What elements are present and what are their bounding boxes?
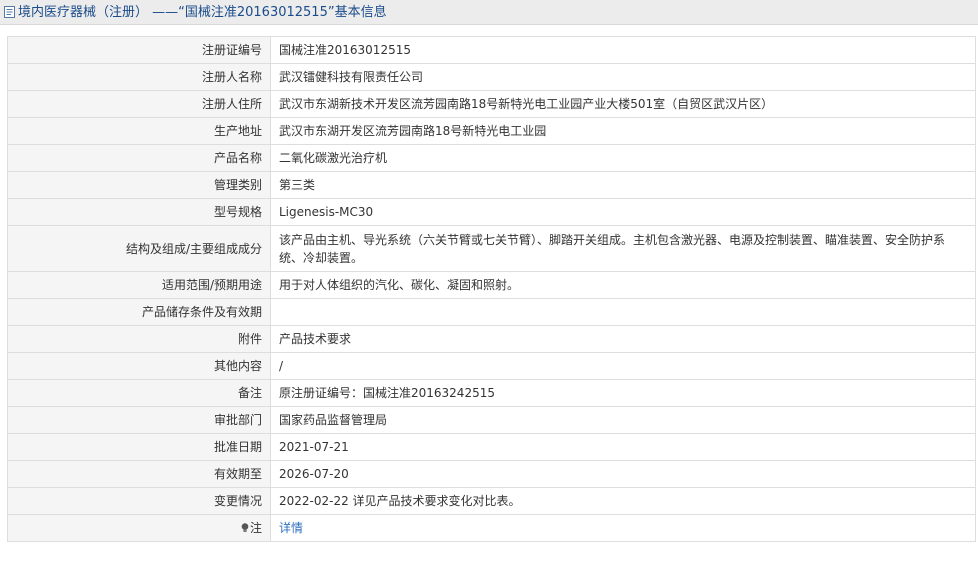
field-label: 批准日期 (7, 433, 271, 461)
table-row: 注册人住所 武汉市东湖新技术开发区流芳园南路18号新特光电工业园产业大楼501室… (7, 90, 976, 118)
info-table: 注册证编号 国械注准20163012515 注册人名称 武汉镭健科技有限责任公司… (7, 36, 976, 542)
field-label: 附件 (7, 325, 271, 353)
field-label: 注册人名称 (7, 63, 271, 91)
lightbulb-icon (241, 523, 249, 532)
field-value: 武汉镭健科技有限责任公司 (270, 63, 976, 91)
table-row: 结构及组成/主要组成成分 该产品由主机、导光系统（六关节臂或七关节臂）、脚踏开关… (7, 225, 976, 272)
page-title: 境内医疗器械（注册） ——“国械注准20163012515”基本信息 (18, 4, 387, 20)
field-value: 武汉市东湖新技术开发区流芳园南路18号新特光电工业园产业大楼501室（自贸区武汉… (270, 90, 976, 118)
field-value: 2026-07-20 (270, 460, 976, 488)
field-label: 其他内容 (7, 352, 271, 380)
field-value: 2021-07-21 (270, 433, 976, 461)
table-row: 产品名称 二氧化碳激光治疗机 (7, 144, 976, 172)
field-label: 备注 (7, 379, 271, 407)
table-row: 生产地址 武汉市东湖开发区流芳园南路18号新特光电工业园 (7, 117, 976, 145)
field-label: 产品储存条件及有效期 (7, 298, 271, 326)
table-row: 注 详情 (7, 514, 976, 542)
field-label: 注册人住所 (7, 90, 271, 118)
field-label: 变更情况 (7, 487, 271, 515)
table-row: 备注 原注册证编号：国械注准20163242515 (7, 379, 976, 407)
note-label: 注 (249, 521, 262, 535)
field-label: 结构及组成/主要组成成分 (7, 225, 271, 272)
table-row: 注册证编号 国械注准20163012515 (7, 36, 976, 64)
field-value: 该产品由主机、导光系统（六关节臂或七关节臂）、脚踏开关组成。主机包含激光器、电源… (270, 225, 976, 272)
table-row: 附件 产品技术要求 (7, 325, 976, 353)
field-label: 注册证编号 (7, 36, 271, 64)
field-value: 国械注准20163012515 (270, 36, 976, 64)
field-value: Ligenesis-MC30 (270, 198, 976, 226)
table-row: 型号规格 Ligenesis-MC30 (7, 198, 976, 226)
table-row: 有效期至 2026-07-20 (7, 460, 976, 488)
table-row: 批准日期 2021-07-21 (7, 433, 976, 461)
note-value: 详情 (270, 514, 976, 542)
document-icon (4, 6, 15, 18)
field-value (270, 298, 976, 326)
table-row: 审批部门 国家药品监督管理局 (7, 406, 976, 434)
field-label: 管理类别 (7, 171, 271, 199)
field-value: 用于对人体组织的汽化、碳化、凝固和照射。 (270, 271, 976, 299)
field-value: 二氧化碳激光治疗机 (270, 144, 976, 172)
table-row: 其他内容 / (7, 352, 976, 380)
field-label: 适用范围/预期用途 (7, 271, 271, 299)
field-value: 国家药品监督管理局 (270, 406, 976, 434)
field-value: 原注册证编号：国械注准20163242515 (270, 379, 976, 407)
table-row: 适用范围/预期用途 用于对人体组织的汽化、碳化、凝固和照射。 (7, 271, 976, 299)
field-value: / (270, 352, 976, 380)
table-row: 产品储存条件及有效期 (7, 298, 976, 326)
field-label: 生产地址 (7, 117, 271, 145)
field-value: 2022-02-22 详见产品技术要求变化对比表。 (270, 487, 976, 515)
field-label: 产品名称 (7, 144, 271, 172)
field-label: 审批部门 (7, 406, 271, 434)
field-value: 产品技术要求 (270, 325, 976, 353)
field-value: 第三类 (270, 171, 976, 199)
page-header: 境内医疗器械（注册） ——“国械注准20163012515”基本信息 (0, 0, 978, 25)
table-row: 注册人名称 武汉镭健科技有限责任公司 (7, 63, 976, 91)
field-value: 武汉市东湖开发区流芳园南路18号新特光电工业园 (270, 117, 976, 145)
table-row: 管理类别 第三类 (7, 171, 976, 199)
note-label-cell: 注 (7, 514, 271, 542)
details-link[interactable]: 详情 (279, 521, 303, 535)
table-row: 变更情况 2022-02-22 详见产品技术要求变化对比表。 (7, 487, 976, 515)
field-label: 有效期至 (7, 460, 271, 488)
field-label: 型号规格 (7, 198, 271, 226)
